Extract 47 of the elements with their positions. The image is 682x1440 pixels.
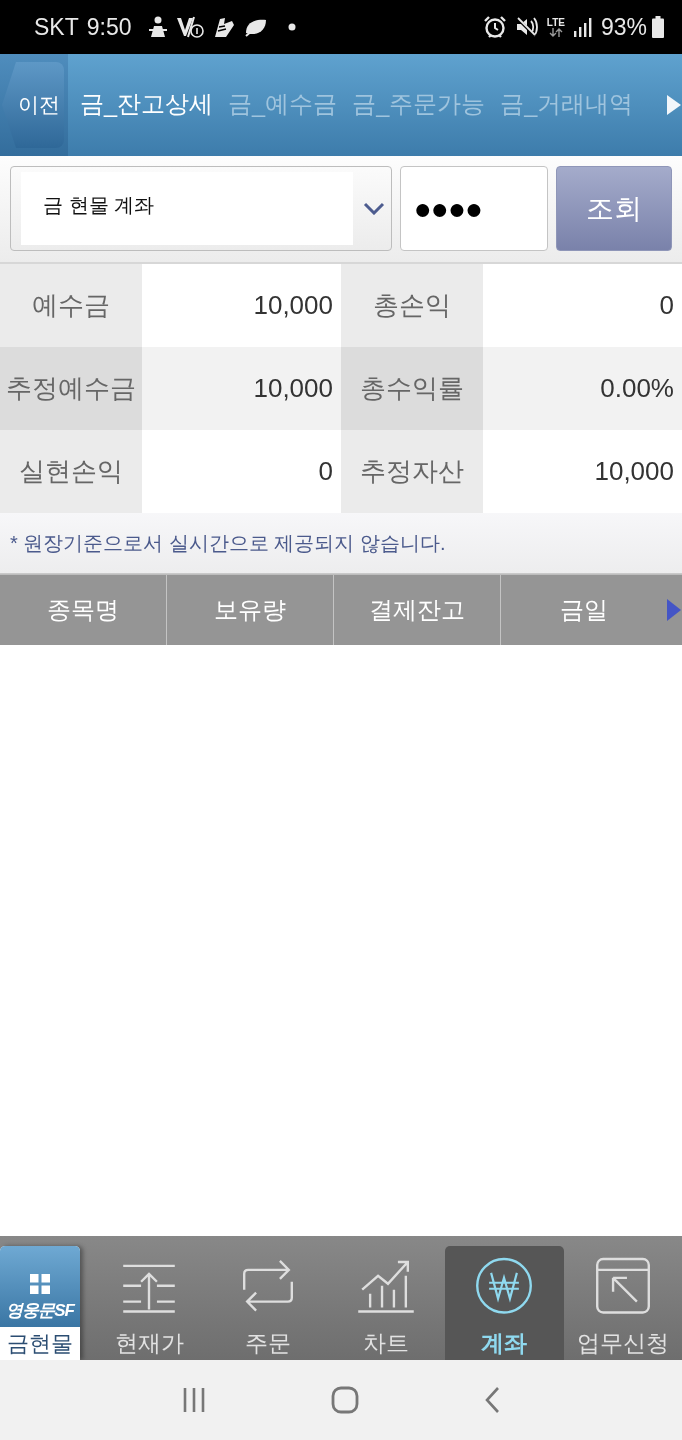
column-header: 금일	[559, 595, 609, 625]
query-button[interactable]: 조회	[556, 166, 672, 251]
app-tile-label: 금현물	[0, 1327, 80, 1360]
chevron-down-icon	[363, 202, 385, 215]
home-icon[interactable]	[331, 1386, 359, 1414]
password-field[interactable]: ●●●●	[400, 166, 549, 251]
alarm-clock-icon	[482, 15, 507, 39]
summary-label: 실현손익	[0, 430, 142, 513]
menu-tab[interactable]: 금_주문가능	[352, 87, 486, 123]
battery-icon	[652, 16, 664, 38]
signal-icon	[572, 17, 593, 37]
menu-tab[interactable]: 금_거래내역	[500, 87, 634, 123]
summary-value: 10,000	[142, 347, 341, 430]
grid-icon	[30, 1274, 50, 1294]
menu-tab[interactable]: 금_잔고상세	[80, 87, 214, 123]
figure-icon	[147, 16, 168, 38]
app-home-tile[interactable]: 영웅문SF 금현물	[0, 1246, 80, 1360]
won-coin-icon	[474, 1256, 535, 1316]
summary-label: 예수금	[0, 264, 142, 347]
nav-tab[interactable]: 계좌	[445, 1246, 564, 1360]
app-logo: 영웅문SF	[6, 1302, 74, 1319]
dot-icon	[287, 23, 296, 31]
summary-value: 0.00%	[483, 347, 682, 430]
account-dropdown[interactable]: 금 현물 계좌	[10, 166, 393, 251]
back-icon[interactable]	[483, 1386, 500, 1414]
summary-label: 총손익	[341, 264, 483, 347]
network-indicator: LTE	[546, 17, 565, 37]
nav-tab[interactable]: 현재가	[90, 1246, 209, 1360]
summary-label: 추정자산	[341, 430, 483, 513]
menu-tab[interactable]: 금_예수금	[228, 87, 338, 123]
clock-time: 9:50	[86, 12, 132, 42]
call-status-icon	[175, 15, 204, 39]
recent-apps-icon[interactable]	[182, 1387, 207, 1413]
nav-tab[interactable]: 차트	[326, 1246, 446, 1360]
battery-percentage: 93%	[600, 12, 647, 42]
data-arrows-icon	[548, 27, 563, 37]
summary-label: 총수익률	[341, 347, 483, 430]
back-button[interactable]: 이전	[2, 62, 64, 148]
notice-text: * 원장기준으로서 실시간으로 제공되지 않습니다.	[0, 513, 682, 574]
leaf-icon	[243, 17, 268, 37]
summary-label: 추정예수금	[0, 347, 142, 430]
nav-tab[interactable]: 업무신청	[563, 1246, 682, 1360]
nav-tab[interactable]: 주문	[208, 1246, 327, 1360]
carrier-label: SKT	[34, 12, 79, 42]
mute-icon	[514, 15, 539, 39]
scroll-right-icon[interactable]	[667, 599, 681, 621]
scroll-right-icon[interactable]	[667, 95, 681, 115]
